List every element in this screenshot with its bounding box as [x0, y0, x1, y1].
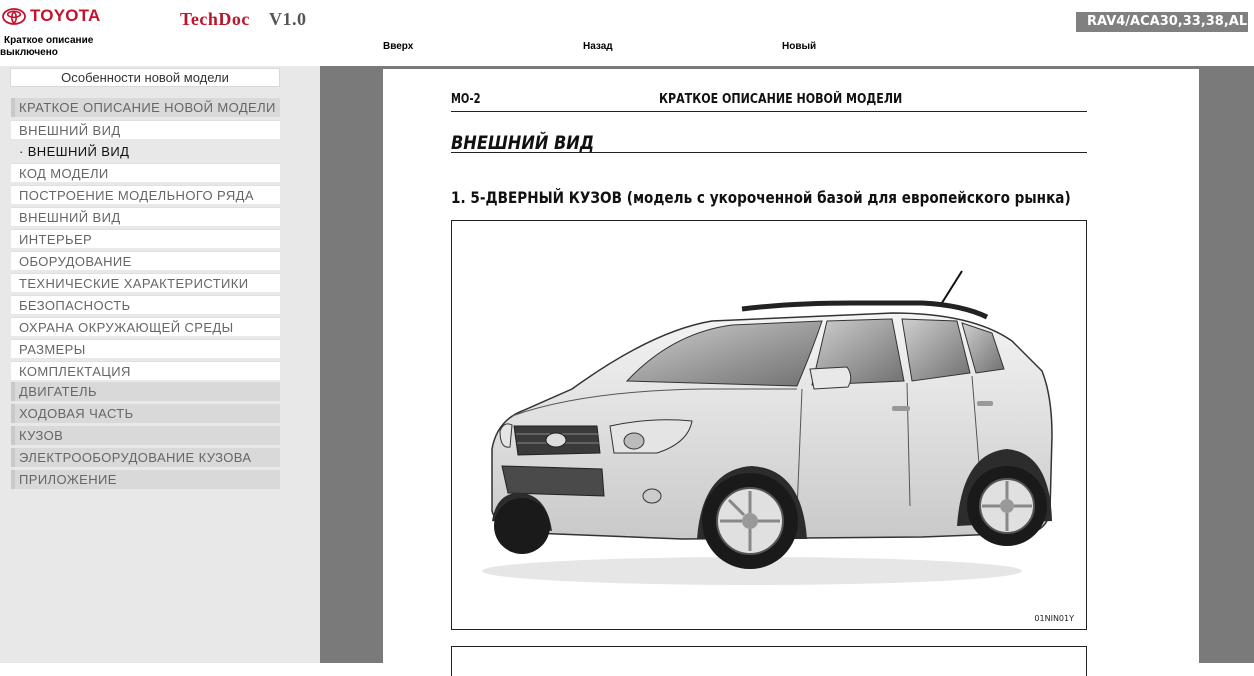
subsection-title: 1. 5-ДВЕРНЫЙ КУЗОВ (модель с укороченной…	[451, 188, 1071, 207]
status-line-1: Краткое описание	[4, 35, 94, 46]
sidebar-item-environment[interactable]: ОХРАНА ОКРУЖАЮЩЕЙ СРЕДЫ	[11, 317, 280, 336]
sidebar-item-exterior-active[interactable]: · ВНЕШНИЙ ВИД	[11, 142, 280, 161]
sidebar-item-dimensions[interactable]: РАЗМЕРЫ	[11, 339, 280, 358]
app-header: TOYOTA TechDoc V1.0 Краткое описание вык…	[0, 0, 1254, 66]
nav-up-link[interactable]: Вверх	[383, 41, 413, 52]
figure-frame-next	[451, 646, 1087, 676]
section-title: ВНЕШНИЙ ВИД	[451, 132, 595, 154]
sidebar-item-body-electrical[interactable]: ЭЛЕКТРООБОРУДОВАНИЕ КУЗОВА	[11, 448, 280, 467]
nav-new-link[interactable]: Новый	[782, 41, 816, 52]
logo-text: TOYOTA	[30, 6, 101, 25]
toyota-emblem-icon	[2, 7, 26, 25]
sidebar-item-model-lineup[interactable]: ПОСТРОЕНИЕ МОДЕЛЬНОГО РЯДА	[11, 185, 280, 204]
page-code: MO-2	[451, 92, 481, 107]
section-rule	[451, 152, 1087, 153]
status-line-2: выключено	[0, 47, 58, 58]
document-viewer: MO-2 КРАТКОЕ ОПИСАНИЕ НОВОЙ МОДЕЛИ ВНЕШН…	[320, 66, 1254, 676]
toyota-logo: TOYOTA	[2, 6, 100, 26]
sidebar-item-engine[interactable]: ДВИГАТЕЛЬ	[11, 382, 280, 401]
sidebar-item-specifications[interactable]: ТЕХНИЧЕСКИЕ ХАРАКТЕРИСТИКИ	[11, 273, 280, 292]
sidebar-item-exterior-2[interactable]: ВНЕШНИЙ ВИД	[11, 207, 280, 226]
sidebar-item-interior[interactable]: ИНТЕРЬЕР	[11, 229, 280, 248]
sidebar-item-safety[interactable]: БЕЗОПАСНОСТЬ	[11, 295, 280, 314]
sidebar-item-trim[interactable]: КОМПЛЕКТАЦИЯ	[11, 361, 280, 380]
header-rule	[451, 111, 1087, 112]
app-version: V1.0	[269, 9, 307, 29]
sidebar-item-model-code[interactable]: КОД МОДЕЛИ	[11, 163, 280, 182]
app-title: TechDoc	[180, 9, 250, 29]
sidebar-header: Особенности новой модели	[10, 68, 280, 87]
figure-frame: 01NIN01Y	[451, 220, 1087, 630]
sidebar-item-appendix[interactable]: ПРИЛОЖЕНИЕ	[11, 470, 280, 489]
sidebar-item-exterior[interactable]: ВНЕШНИЙ ВИД	[11, 120, 280, 139]
page-header-title: КРАТКОЕ ОПИСАНИЕ НОВОЙ МОДЕЛИ	[659, 92, 903, 107]
document-page: MO-2 КРАТКОЕ ОПИСАНИЕ НОВОЙ МОДЕЛИ ВНЕШН…	[383, 69, 1199, 676]
sidebar-item-body[interactable]: КУЗОВ	[11, 426, 280, 445]
sidebar: Особенности новой модели КРАТКОЕ ОПИСАНИ…	[0, 66, 320, 663]
sidebar-item-equipment[interactable]: ОБОРУДОВАНИЕ	[11, 251, 280, 270]
nav-back-link[interactable]: Назад	[583, 41, 613, 52]
sidebar-item-chassis[interactable]: ХОДОВАЯ ЧАСТЬ	[11, 404, 280, 423]
car-illustration-icon	[482, 270, 1053, 585]
sidebar-item-new-model-summary[interactable]: КРАТКОЕ ОПИСАНИЕ НОВОЙ МОДЕЛИ	[11, 98, 280, 117]
model-badge: RAV4/ACA30,33,38,AL	[1076, 12, 1248, 32]
summary-status: Краткое описание выключено	[0, 35, 124, 59]
figure-code: 01NIN01Y	[1034, 614, 1074, 623]
